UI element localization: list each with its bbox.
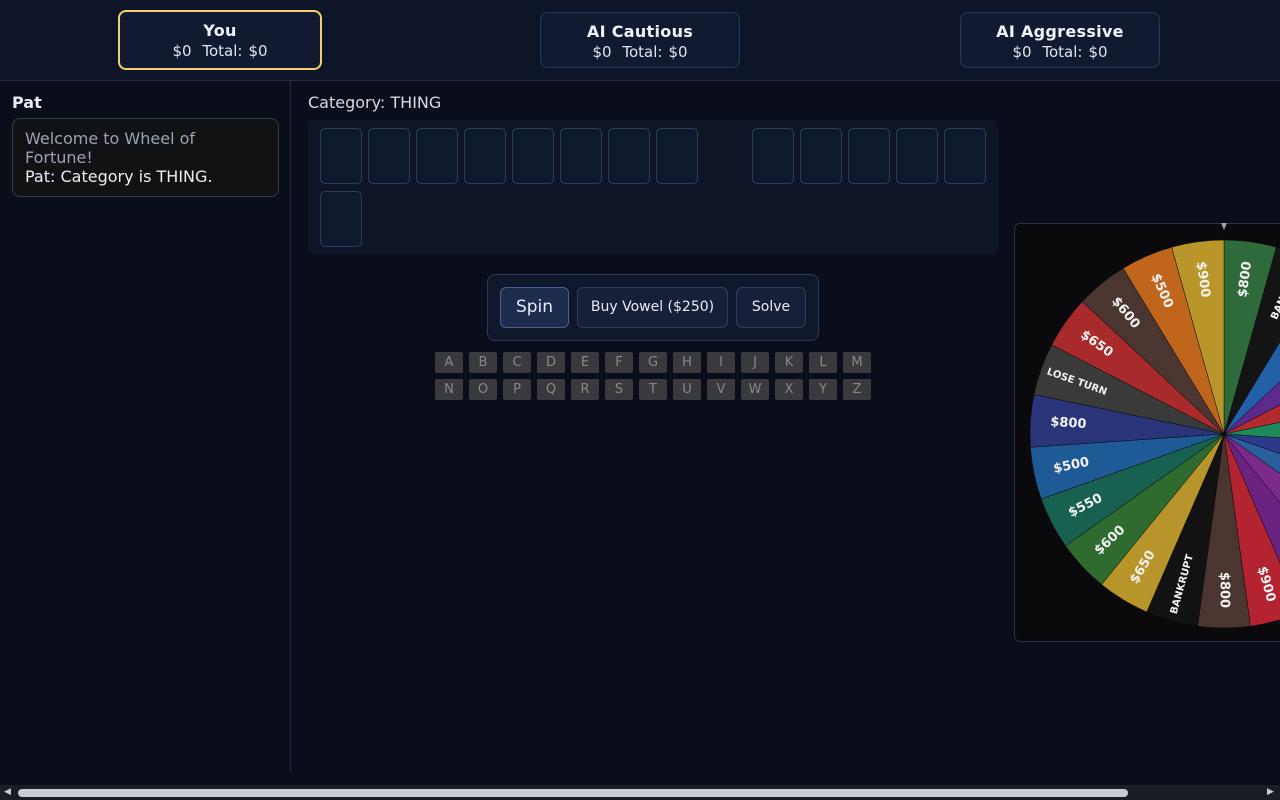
puzzle-tile xyxy=(608,128,650,184)
prize-wheel[interactable]: $800BANKRUPT$500$600$650$700$800$550$600… xyxy=(1015,224,1280,642)
round-score: $0 xyxy=(1012,43,1032,61)
letter-r-button[interactable]: R xyxy=(571,379,599,400)
total-score: $0 xyxy=(668,43,688,61)
letter-t-button[interactable]: T xyxy=(639,379,667,400)
letter-w-button[interactable]: W xyxy=(741,379,769,400)
letter-q-button[interactable]: Q xyxy=(537,379,565,400)
puzzle-tile xyxy=(560,128,602,184)
puzzle-tile xyxy=(320,128,362,184)
buy-vowel-button[interactable]: Buy Vowel ($250) xyxy=(577,287,728,328)
player-card-ai-aggressive: AI Aggressive $0 Total: $0 xyxy=(960,12,1160,68)
puzzle-tile xyxy=(800,128,842,184)
wheel-wedge-label: $800 xyxy=(1050,415,1087,432)
wheel-panel: $800BANKRUPT$500$600$650$700$800$550$600… xyxy=(1014,223,1280,642)
letter-i-button[interactable]: I xyxy=(707,352,735,373)
letter-z-button[interactable]: Z xyxy=(843,379,871,400)
scoreboard: You $0 Total: $0 AI Cautious $0 Total: $0 … xyxy=(0,0,1280,81)
puzzle-tile xyxy=(320,191,362,247)
wheel-wedge-label: $800 xyxy=(1217,572,1232,608)
letter-x-button[interactable]: X xyxy=(775,379,803,400)
letter-k-button[interactable]: K xyxy=(775,352,803,373)
puzzle-board xyxy=(308,120,998,254)
letter-d-button[interactable]: D xyxy=(537,352,565,373)
puzzle-tile xyxy=(464,128,506,184)
letter-n-button[interactable]: N xyxy=(435,379,463,400)
player-name: AI Aggressive xyxy=(996,22,1124,41)
scrollbar-thumb[interactable] xyxy=(18,789,1128,797)
horizontal-scrollbar[interactable]: ◀ ▶ xyxy=(0,785,1280,800)
letter-v-button[interactable]: V xyxy=(707,379,735,400)
player-card-you: You $0 Total: $0 xyxy=(118,10,322,70)
letter-o-button[interactable]: O xyxy=(469,379,497,400)
chat-message: Welcome to Wheel of Fortune! xyxy=(25,129,196,167)
scroll-right-icon[interactable]: ▶ xyxy=(1267,787,1274,797)
puzzle-tile xyxy=(512,128,554,184)
letter-l-button[interactable]: L xyxy=(809,352,837,373)
letter-h-button[interactable]: H xyxy=(673,352,701,373)
letter-j-button[interactable]: J xyxy=(741,352,769,373)
letter-s-button[interactable]: S xyxy=(605,379,633,400)
letter-p-button[interactable]: P xyxy=(503,379,531,400)
round-score: $0 xyxy=(592,43,612,61)
letter-m-button[interactable]: M xyxy=(843,352,871,373)
letter-u-button[interactable]: U xyxy=(673,379,701,400)
round-score: $0 xyxy=(172,42,192,60)
total-label: Total: xyxy=(202,42,243,60)
player-card-ai-cautious: AI Cautious $0 Total: $0 xyxy=(540,12,740,68)
puzzle-tile xyxy=(944,128,986,184)
puzzle-tile xyxy=(656,128,698,184)
puzzle-tile xyxy=(416,128,458,184)
letter-b-button[interactable]: B xyxy=(469,352,497,373)
puzzle-tile xyxy=(368,128,410,184)
letter-a-button[interactable]: A xyxy=(435,352,463,373)
total-label: Total: xyxy=(1042,43,1083,61)
puzzle-category: Category: THING xyxy=(308,93,442,112)
letter-y-button[interactable]: Y xyxy=(809,379,837,400)
letter-f-button[interactable]: F xyxy=(605,352,633,373)
total-label: Total: xyxy=(622,43,663,61)
letter-e-button[interactable]: E xyxy=(571,352,599,373)
player-score: $0 Total: $0 xyxy=(120,42,320,60)
puzzle-tile xyxy=(848,128,890,184)
player-score: $0 Total: $0 xyxy=(541,43,739,61)
spin-button[interactable]: Spin xyxy=(500,287,569,328)
action-panel: Spin Buy Vowel ($250) Solve xyxy=(487,274,819,341)
total-score: $0 xyxy=(248,42,268,60)
solve-button[interactable]: Solve xyxy=(736,287,806,328)
chat-message: Pat: Category is THING. xyxy=(25,167,213,186)
scroll-left-icon[interactable]: ◀ xyxy=(4,787,11,797)
player-name: You xyxy=(203,21,237,40)
total-score: $0 xyxy=(1088,43,1108,61)
player-score: $0 Total: $0 xyxy=(961,43,1159,61)
letter-g-button[interactable]: G xyxy=(639,352,667,373)
host-panel: Pat Welcome to Wheel of Fortune! Pat: Ca… xyxy=(0,81,291,773)
wheel-pointer-icon xyxy=(1221,223,1227,230)
host-name: Pat xyxy=(12,93,42,112)
player-name: AI Cautious xyxy=(586,22,694,41)
puzzle-tile xyxy=(896,128,938,184)
host-chat-log: Welcome to Wheel of Fortune! Pat: Catego… xyxy=(12,118,279,197)
letter-c-button[interactable]: C xyxy=(503,352,531,373)
puzzle-tile xyxy=(752,128,794,184)
